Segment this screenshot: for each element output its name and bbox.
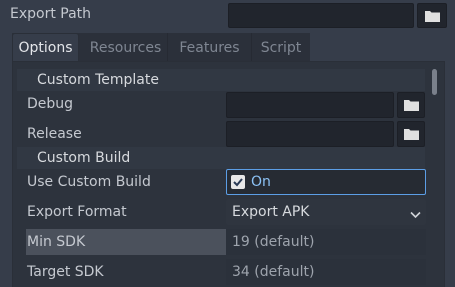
target-sdk-input[interactable]: 34 (default): [226, 259, 426, 285]
use-custom-build-label: Use Custom Build: [27, 174, 151, 190]
min-sdk-label: Min SDK: [27, 234, 86, 250]
target-sdk-label: Target SDK: [27, 264, 104, 280]
use-custom-build-checkbox[interactable]: On: [226, 169, 426, 195]
export-path-label: Export Path: [10, 6, 92, 22]
debug-label: Debug: [27, 96, 74, 112]
release-label: Release: [27, 126, 82, 142]
debug-browse-button[interactable]: [397, 92, 425, 118]
min-sdk-placeholder: 19 (default): [232, 234, 315, 250]
checkbox-checked-icon: [231, 175, 245, 189]
release-browse-button[interactable]: [397, 121, 425, 147]
scrollbar-thumb[interactable]: [432, 69, 437, 95]
tab-features-label: Features: [179, 39, 240, 56]
folder-icon: [403, 99, 419, 111]
scrollbar-track[interactable]: [430, 66, 440, 287]
release-path-input[interactable]: [226, 121, 394, 147]
chevron-down-icon: [410, 207, 421, 223]
export-path-browse-button[interactable]: [417, 3, 447, 28]
section-custom-build-label: Custom Build: [37, 150, 131, 166]
export-format-value: Export APK: [232, 204, 310, 220]
target-sdk-placeholder: 34 (default): [232, 264, 315, 280]
tab-options-label: Options: [18, 40, 73, 56]
export-path-input[interactable]: [228, 3, 414, 28]
export-format-dropdown[interactable]: Export APK: [226, 199, 426, 225]
tab-resources[interactable]: Resources: [84, 33, 168, 62]
tab-resources-label: Resources: [89, 39, 162, 56]
debug-path-input[interactable]: [226, 92, 394, 118]
use-custom-build-value: On: [251, 174, 271, 190]
export-format-label: Export Format: [27, 204, 127, 220]
tab-features[interactable]: Features: [168, 33, 252, 62]
tab-options[interactable]: Options: [12, 33, 79, 62]
section-custom-template-label: Custom Template: [37, 72, 159, 88]
section-custom-template[interactable]: Custom Template: [17, 69, 425, 91]
min-sdk-input[interactable]: 19 (default): [226, 229, 426, 255]
section-custom-build[interactable]: Custom Build: [17, 147, 425, 169]
folder-icon: [403, 128, 419, 140]
tab-script[interactable]: Script: [252, 33, 310, 62]
tab-script-label: Script: [260, 39, 302, 56]
folder-icon: [424, 10, 440, 22]
